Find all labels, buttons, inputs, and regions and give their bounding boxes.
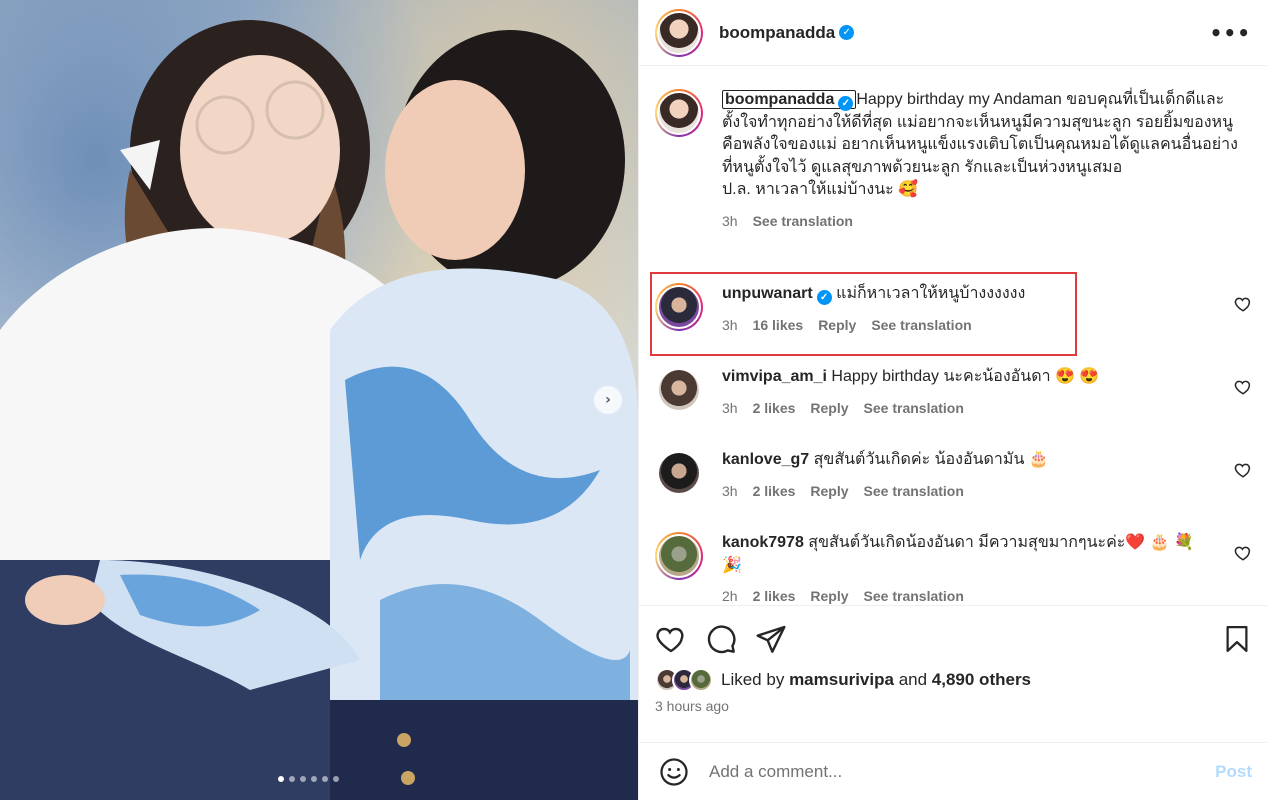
carousel-dot bbox=[333, 776, 339, 782]
see-translation-link[interactable]: See translation bbox=[864, 585, 964, 605]
comment-time[interactable]: 3h bbox=[722, 397, 738, 420]
reply-button[interactable]: Reply bbox=[810, 480, 848, 503]
comment-text: แม่ก็หาเวลาให้หนูบ้างงงงงง bbox=[836, 285, 1026, 302]
commenter-username[interactable]: vimvipa_am_i bbox=[722, 368, 827, 385]
comment-meta: 3h 16 likes Reply See translation bbox=[722, 314, 1212, 337]
emoji-icon[interactable] bbox=[659, 757, 689, 787]
reply-button[interactable]: Reply bbox=[810, 397, 848, 420]
comment-time[interactable]: 2h bbox=[722, 585, 738, 605]
see-translation-link[interactable]: See translation bbox=[864, 397, 964, 420]
avatar-image bbox=[657, 285, 701, 329]
commenter-username[interactable]: kanlove_g7 bbox=[722, 451, 809, 468]
carousel-next-button[interactable]: › bbox=[594, 386, 622, 414]
post-photo[interactable]: › bbox=[0, 0, 638, 800]
others-link[interactable]: 4,890 others bbox=[932, 670, 1031, 690]
liker-avatar bbox=[689, 668, 713, 692]
post-actions: Liked by mamsurivipa and 4,890 others 3 … bbox=[639, 605, 1267, 714]
commenter-avatar[interactable] bbox=[655, 532, 703, 580]
caption-username[interactable]: boompanadda bbox=[725, 91, 834, 108]
carousel-dot bbox=[322, 776, 328, 782]
avatar-image bbox=[657, 10, 701, 55]
caption-ps: ป.ล. หาเวลาให้แม่บ้างนะ 🥰 bbox=[722, 181, 919, 198]
heart-icon[interactable] bbox=[655, 623, 687, 655]
liked-by-label: Liked by bbox=[721, 670, 785, 689]
carousel-dot bbox=[278, 776, 284, 782]
author-username[interactable]: boompanadda bbox=[719, 23, 835, 43]
share-icon[interactable] bbox=[755, 623, 787, 655]
comment-item: vimvipa_am_i Happy birthday นะคะน้องอันด… bbox=[655, 366, 1252, 419]
caption-username-box[interactable]: boompanadda ✓ bbox=[722, 90, 857, 111]
comment-item: kanlove_g7 สุขสันต์วันเกิดค่ะ น้องอันดาม… bbox=[655, 449, 1252, 502]
post-time[interactable]: 3 hours ago bbox=[655, 698, 1252, 714]
comment-likes[interactable]: 2 likes bbox=[753, 585, 796, 605]
caption: boompanadda ✓ Happy birthday my Andaman ขอ… bbox=[655, 89, 1252, 232]
heart-icon[interactable] bbox=[1234, 461, 1252, 479]
add-comment-bar: Add a comment... Post bbox=[639, 742, 1267, 800]
action-bar bbox=[655, 620, 1252, 658]
comment-time[interactable]: 3h bbox=[722, 480, 738, 503]
likes-summary: Liked by mamsurivipa and 4,890 others bbox=[655, 668, 1252, 692]
avatar-image bbox=[659, 370, 699, 410]
reply-button[interactable]: Reply bbox=[810, 585, 848, 605]
avatar-image bbox=[659, 453, 699, 493]
comment-likes[interactable]: 16 likes bbox=[753, 314, 804, 337]
comment-icon[interactable] bbox=[705, 623, 737, 655]
carousel-indicator bbox=[278, 776, 339, 782]
comment-time[interactable]: 3h bbox=[722, 314, 738, 337]
comment-input[interactable]: Add a comment... bbox=[709, 762, 1215, 782]
liker-username[interactable]: mamsurivipa bbox=[789, 670, 894, 690]
commenter-username[interactable]: unpuwanart bbox=[722, 285, 813, 302]
comment-meta: 3h 2 likes Reply See translation bbox=[722, 397, 1212, 420]
avatar-image bbox=[657, 534, 701, 578]
comment-likes[interactable]: 2 likes bbox=[753, 480, 796, 503]
see-translation-link[interactable]: See translation bbox=[864, 480, 964, 503]
post-button[interactable]: Post bbox=[1215, 762, 1252, 782]
reply-button[interactable]: Reply bbox=[818, 314, 856, 337]
post-header: boompanadda ✓ ••• bbox=[639, 0, 1267, 66]
carousel-dot bbox=[311, 776, 317, 782]
post-details-panel: boompanadda ✓ ••• boompanadda ✓ Happy birt… bbox=[638, 0, 1267, 800]
comment-text: Happy birthday นะคะน้องอันดา 😍 😍 bbox=[831, 368, 1100, 385]
commenter-username[interactable]: kanok7978 bbox=[722, 534, 804, 551]
comments-list[interactable]: boompanadda ✓ Happy birthday my Andaman ขอ… bbox=[639, 67, 1267, 605]
verified-badge-icon: ✓ bbox=[839, 25, 855, 40]
heart-icon[interactable] bbox=[1234, 378, 1252, 396]
and-label: and bbox=[898, 670, 928, 689]
commenter-avatar[interactable] bbox=[655, 449, 703, 497]
comment-meta: 3h 2 likes Reply See translation bbox=[722, 480, 1212, 503]
heart-icon[interactable] bbox=[1234, 295, 1252, 313]
carousel-dot bbox=[300, 776, 306, 782]
comment-text: สุขสันต์วันเกิดค่ะ น้องอันดามัน 🎂 bbox=[813, 451, 1049, 468]
liker-avatars bbox=[655, 668, 713, 692]
verified-badge-icon: ✓ bbox=[816, 290, 832, 305]
comment-item: unpuwanart ✓ แม่ก็หาเวลาให้หนูบ้างงงงงง 3… bbox=[655, 283, 1252, 336]
commenter-avatar[interactable] bbox=[655, 366, 703, 414]
see-translation-link[interactable]: See translation bbox=[871, 314, 971, 337]
more-options-icon[interactable]: ••• bbox=[1210, 21, 1251, 45]
caption-meta: 3h See translation bbox=[722, 210, 1244, 233]
caption-time[interactable]: 3h bbox=[722, 210, 738, 233]
chevron-right-icon: › bbox=[605, 392, 611, 408]
avatar-image bbox=[657, 91, 701, 135]
bookmark-icon[interactable] bbox=[1222, 624, 1252, 654]
see-translation-link[interactable]: See translation bbox=[753, 210, 853, 233]
heart-icon[interactable] bbox=[1234, 544, 1252, 562]
verified-badge-icon: ✓ bbox=[838, 96, 854, 111]
comment-meta: 2h 2 likes Reply See translation bbox=[722, 585, 1212, 605]
commenter-avatar[interactable] bbox=[655, 283, 703, 331]
photo-illustration bbox=[0, 20, 638, 800]
comment-item: kanok7978 สุขสันต์วันเกิดน้องอันดา มีควา… bbox=[655, 532, 1252, 605]
comment-likes[interactable]: 2 likes bbox=[753, 397, 796, 420]
carousel-dot bbox=[289, 776, 295, 782]
caption-avatar[interactable] bbox=[655, 89, 703, 137]
author-avatar[interactable] bbox=[655, 8, 703, 57]
